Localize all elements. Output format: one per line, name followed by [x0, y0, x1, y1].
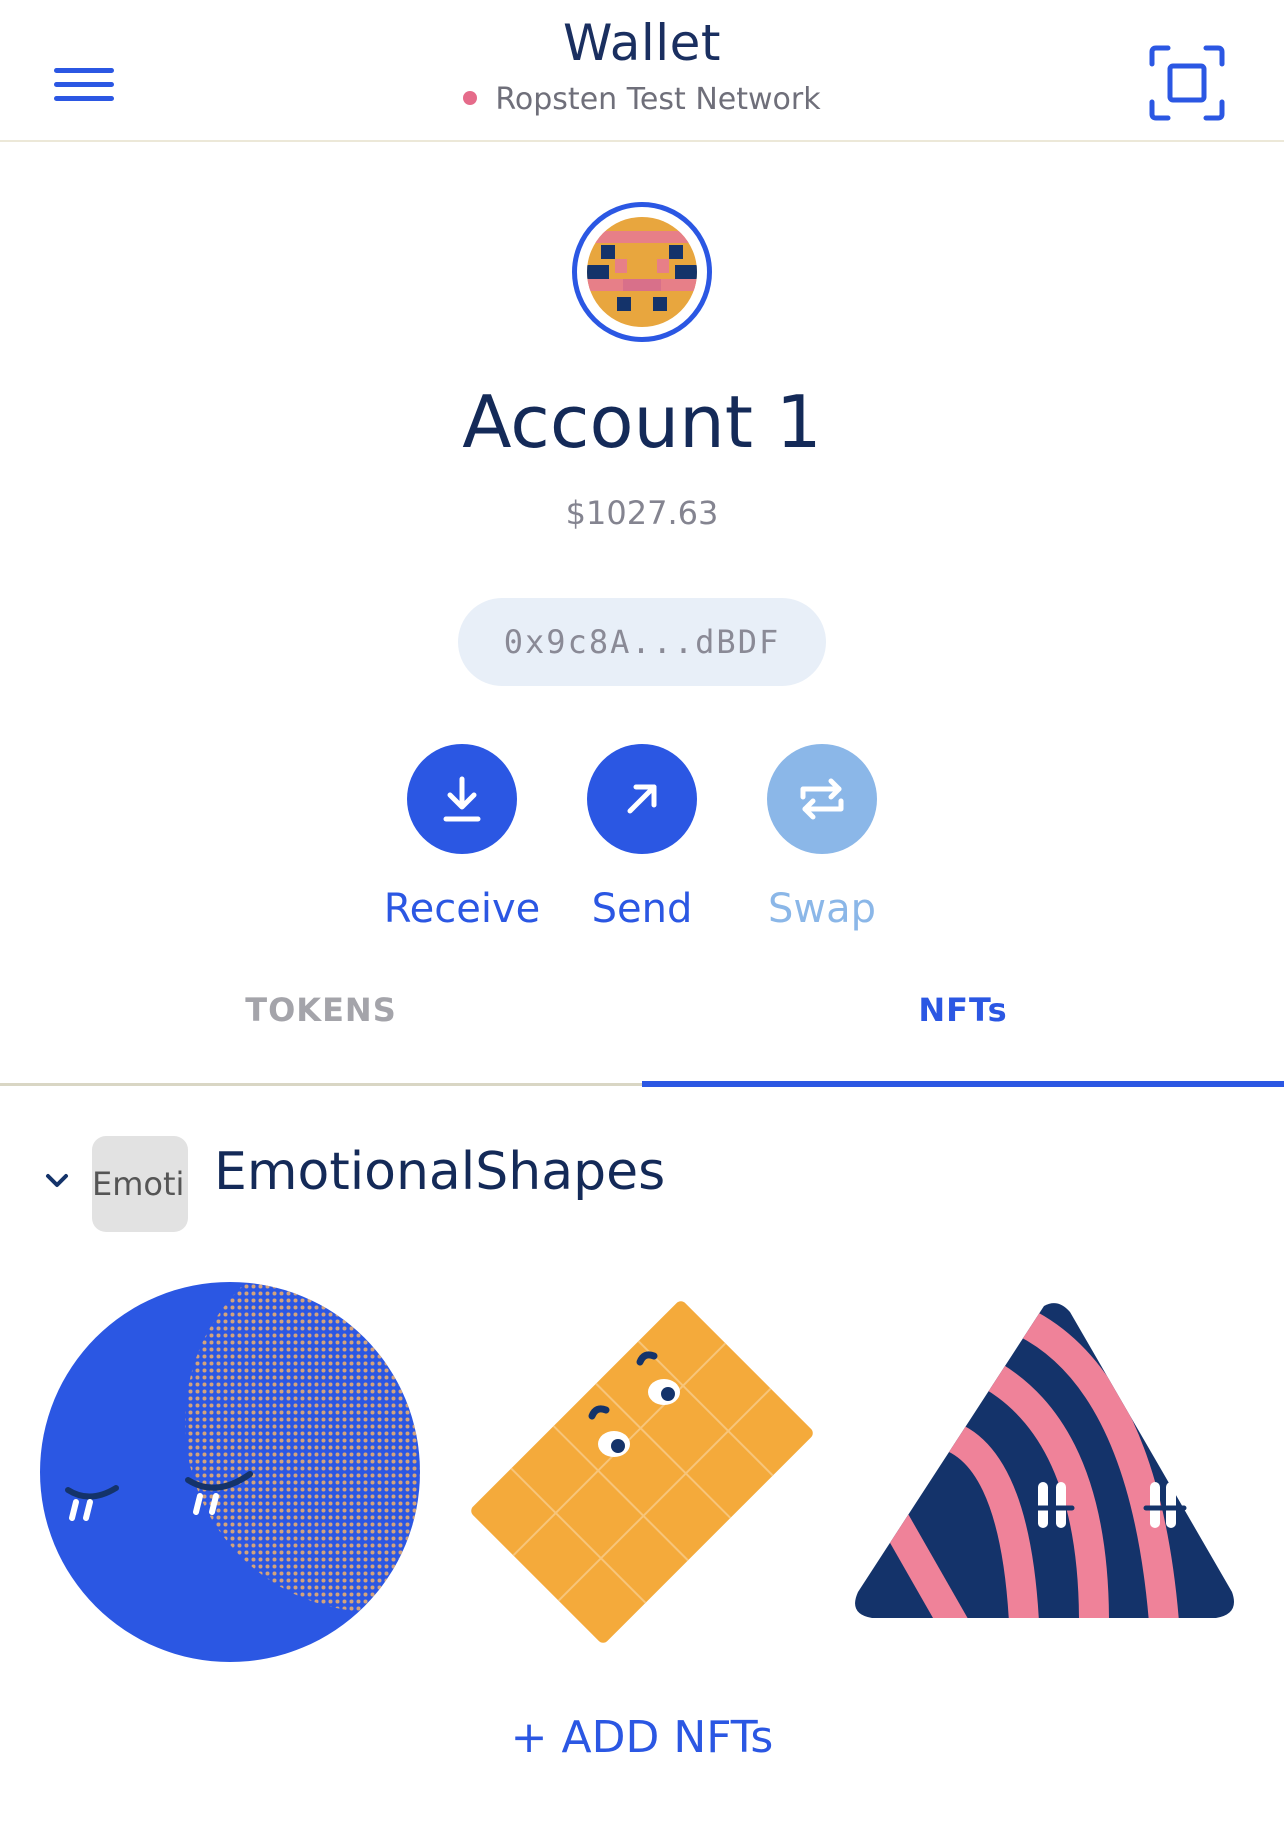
- collection-thumbnail: Emoti: [92, 1136, 188, 1232]
- avatar-identicon: [587, 217, 697, 327]
- network-status-dot: [463, 90, 478, 105]
- network-name: Ropsten Test Network: [495, 82, 821, 117]
- tab-nfts-label: NFTs: [918, 991, 1008, 1029]
- send-button[interactable]: Send: [552, 744, 732, 932]
- chevron-down-icon[interactable]: [40, 1164, 74, 1198]
- tab-nfts[interactable]: NFTs: [642, 960, 1284, 1087]
- receive-label: Receive: [383, 886, 541, 932]
- account-balance: $1027.63: [565, 494, 719, 532]
- network-indicator[interactable]: Ropsten Test Network: [0, 82, 1284, 117]
- download-icon: [407, 744, 517, 854]
- collection-name: EmotionalShapes: [214, 1142, 666, 1202]
- asset-tabs: TOKENS NFTs: [0, 960, 1284, 1087]
- receive-button[interactable]: Receive: [372, 744, 552, 932]
- swap-button[interactable]: Swap: [732, 744, 912, 932]
- active-tab-indicator: [642, 1081, 1284, 1087]
- arrow-up-right-icon: [587, 744, 697, 854]
- qr-scan-icon[interactable]: [1148, 44, 1226, 122]
- nft-item-rectangle[interactable]: [442, 1262, 842, 1682]
- swap-icon: [767, 744, 877, 854]
- account-address-pill[interactable]: 0x9c8A...dBDF: [458, 598, 826, 686]
- nft-collection-header[interactable]: Emoti EmotionalShapes: [0, 1132, 1284, 1232]
- swap-label: Swap: [767, 886, 876, 932]
- account-name[interactable]: Account 1: [0, 380, 1284, 464]
- tab-tokens-label: TOKENS: [245, 991, 397, 1029]
- account-avatar[interactable]: [572, 202, 712, 342]
- add-nfts-link[interactable]: + ADD NFTs: [0, 1712, 1284, 1763]
- send-label: Send: [591, 886, 693, 932]
- nft-item-circle[interactable]: [40, 1262, 440, 1682]
- nft-item-triangle[interactable]: [844, 1262, 1244, 1682]
- page-title: Wallet: [562, 14, 722, 72]
- top-bar: Wallet Ropsten Test Network: [0, 0, 1284, 142]
- tab-tokens[interactable]: TOKENS: [0, 960, 642, 1084]
